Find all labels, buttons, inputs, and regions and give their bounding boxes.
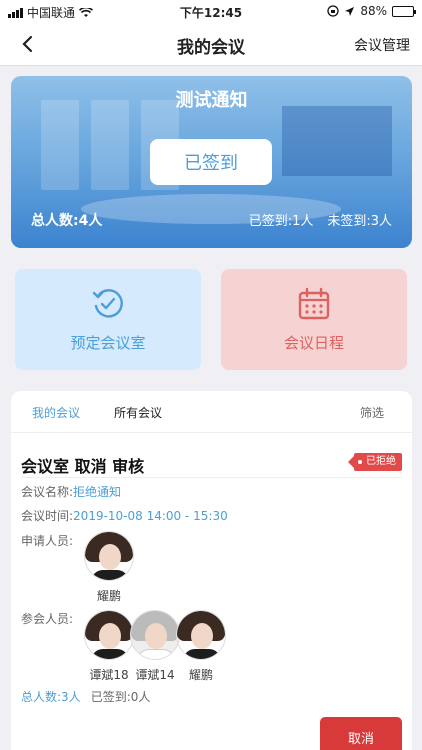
filter-button[interactable]: 筛选 xyxy=(360,404,384,421)
attendee-name: 耀鹏 xyxy=(188,668,213,682)
avatar xyxy=(84,610,134,660)
meeting-name-row: 会议名称:拒绝通知 xyxy=(21,483,121,500)
attendees-label-row: 参会人员: xyxy=(21,610,73,627)
divider xyxy=(21,477,402,478)
meeting-banner: 测试通知 已签到 总人数:4人 已签到:1人 未签到:3人 xyxy=(11,76,412,248)
meeting-signed-count: 已签到:0人 xyxy=(90,690,151,704)
refresh-check-icon xyxy=(92,289,123,318)
schedule-card[interactable]: 会议日程 xyxy=(221,269,407,370)
attendee-name: 谭斌18 xyxy=(89,668,129,682)
banner-title: 测试通知 xyxy=(175,90,248,111)
tab-all-meetings[interactable]: 所有会议 xyxy=(114,404,162,421)
meeting-name-value: 拒绝通知 xyxy=(73,485,122,499)
banner-total-count: 总人数:4人 xyxy=(31,213,103,229)
orientation-lock-icon xyxy=(327,5,339,17)
calendar-icon xyxy=(298,287,330,320)
meeting-name-label: 会议名称: xyxy=(21,485,74,499)
avatar xyxy=(176,610,226,660)
banner-stats: 已签到:1人 未签到:3人 xyxy=(249,210,392,229)
cancel-button[interactable]: 取消 xyxy=(320,717,402,750)
tab-my-meetings[interactable]: 我的会议 xyxy=(32,404,80,421)
status-right: 88% xyxy=(327,4,416,18)
attendee-person: 谭斌14 xyxy=(129,610,181,683)
schedule-label: 会议日程 xyxy=(283,334,344,352)
nav-bar: 我的会议 会议管理 xyxy=(0,22,422,66)
meeting-time-value: 2019-10-08 14:00 - 15:30 xyxy=(73,509,228,523)
attendees-label: 参会人员: xyxy=(21,612,74,626)
meeting-time-row: 会议时间:2019-10-08 14:00 - 15:30 xyxy=(21,507,228,524)
meeting-management-button[interactable]: 会议管理 xyxy=(354,35,410,55)
rejected-badge: 已拒绝 xyxy=(348,453,402,471)
meeting-list-panel: 我的会议 所有会议 筛选 会议室 取消 审核 已拒绝 会议名称:拒绝通知 会议时… xyxy=(11,391,412,750)
banner-bg-window xyxy=(91,100,129,190)
applicant-person: 耀鹏 xyxy=(83,531,135,604)
battery-icon xyxy=(392,5,416,17)
banner-unsigned-count: 未签到:3人 xyxy=(327,214,392,229)
meeting-total-count: 总人数:3人 xyxy=(21,690,81,704)
attendee-person: 耀鹏 xyxy=(175,610,227,683)
avatar xyxy=(84,531,134,581)
meeting-title: 会议室 取消 审核 xyxy=(21,457,145,476)
meeting-summary: 总人数:3人 已签到:0人 xyxy=(21,688,150,705)
meeting-time-label: 会议时间: xyxy=(21,509,74,523)
battery-percent: 88% xyxy=(360,4,387,18)
applicant-label-row: 申请人员: xyxy=(21,532,73,549)
applicant-name: 耀鹏 xyxy=(96,589,121,603)
signed-in-button[interactable]: 已签到 xyxy=(150,139,272,185)
status-bar: 中国联通 下午12:45 88% xyxy=(0,0,422,22)
attendee-person: 谭斌18 xyxy=(83,610,135,683)
applicant-label: 申请人员: xyxy=(21,534,74,548)
attendee-name: 谭斌14 xyxy=(135,668,175,682)
location-icon xyxy=(345,6,355,16)
avatar xyxy=(130,610,180,660)
book-room-card[interactable]: 预定会议室 xyxy=(15,269,201,370)
banner-bg-wall xyxy=(282,106,392,176)
book-room-label: 预定会议室 xyxy=(70,334,146,352)
banner-bg-window xyxy=(41,100,79,190)
meeting-tabs: 我的会议 所有会议 筛选 xyxy=(11,391,412,433)
banner-signed-count: 已签到:1人 xyxy=(248,214,314,229)
